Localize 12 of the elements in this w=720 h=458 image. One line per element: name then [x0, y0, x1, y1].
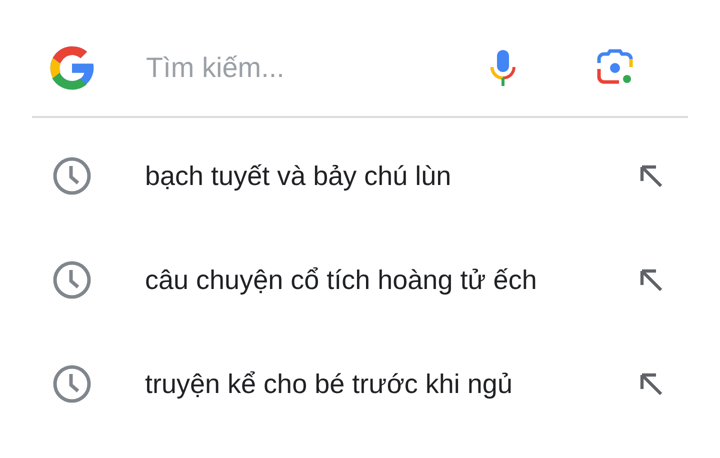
history-icon: [52, 156, 92, 196]
suggestion-text[interactable]: truyện kể cho bé trước khi ngủ: [145, 364, 638, 404]
camera-icon[interactable]: [596, 49, 634, 87]
microphone-icon[interactable]: [488, 48, 518, 88]
arrow-icon[interactable]: [638, 163, 664, 189]
suggestion-text[interactable]: bạch tuyết và bảy chú lùn: [145, 156, 638, 196]
suggestion-text[interactable]: câu chuyện cổ tích hoàng tử ếch: [145, 260, 638, 300]
arrow-icon[interactable]: [638, 267, 664, 293]
arrow-icon[interactable]: [638, 371, 664, 397]
search-field[interactable]: Tìm kiếm...: [144, 51, 488, 85]
history-icon: [52, 260, 92, 300]
history-icon: [52, 364, 92, 404]
